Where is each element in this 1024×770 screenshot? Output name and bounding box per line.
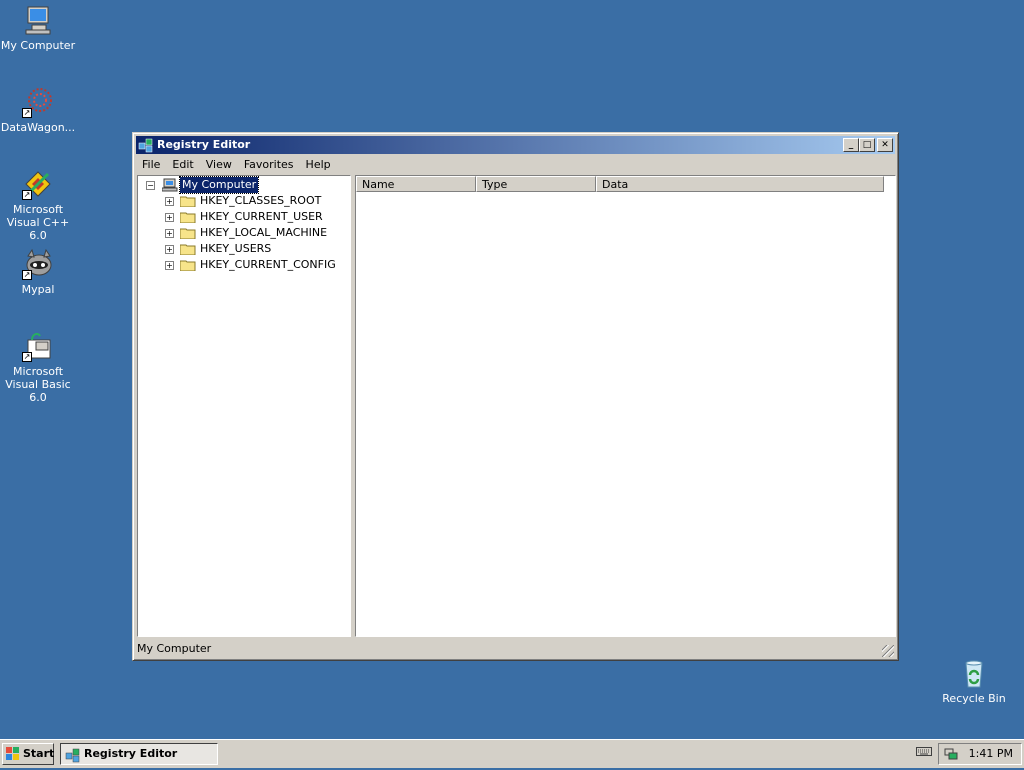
tree-node-label: My Computer bbox=[178, 176, 260, 194]
shortcut-arrow-icon: ↗ bbox=[22, 190, 32, 200]
minimize-button[interactable]: _ bbox=[843, 138, 859, 152]
taskbar: Start Registry Editor 1:41 PM bbox=[0, 739, 1024, 768]
tree-node-my-computer[interactable]: − My Computer bbox=[138, 176, 348, 194]
tree-node-hkey-local-machine[interactable]: + HKEY_LOCAL_MACHINE bbox=[138, 225, 348, 241]
visual-cpp-icon: ↗ bbox=[22, 168, 54, 200]
expand-icon[interactable]: + bbox=[165, 229, 174, 238]
shortcut-arrow-icon: ↗ bbox=[22, 352, 32, 362]
desktop-icon-visual-cpp[interactable]: ↗ Microsoft Visual C++ 6.0 bbox=[0, 168, 78, 242]
recycle-bin-icon bbox=[958, 657, 990, 689]
my-computer-icon bbox=[22, 4, 54, 36]
folder-icon bbox=[179, 227, 196, 240]
window-title: Registry Editor bbox=[157, 138, 251, 151]
desktop-icon-label: DataWagon... bbox=[0, 121, 76, 134]
registry-editor-icon bbox=[138, 137, 154, 153]
tree-node-label: HKEY_CLASSES_ROOT bbox=[200, 194, 322, 207]
tree-node-hkey-current-config[interactable]: + HKEY_CURRENT_CONFIG bbox=[138, 257, 348, 273]
desktop-icon-my-computer[interactable]: My Computer bbox=[0, 4, 78, 52]
values-list-pane[interactable]: Name Type Data bbox=[355, 175, 896, 637]
column-header-type[interactable]: Type bbox=[476, 176, 596, 192]
title-bar[interactable]: Registry Editor _ □ ✕ bbox=[136, 136, 895, 154]
status-text: My Computer bbox=[137, 642, 212, 655]
tree-node-label: HKEY_USERS bbox=[200, 242, 272, 255]
desktop-icon-datawagon[interactable]: ↗ DataWagon... bbox=[0, 86, 78, 134]
tree-node-label: HKEY_CURRENT_CONFIG bbox=[200, 258, 336, 271]
maximize-icon: □ bbox=[862, 140, 872, 150]
minimize-icon: _ bbox=[848, 140, 854, 150]
collapse-icon[interactable]: − bbox=[146, 181, 155, 190]
desktop-icon-label: Mypal bbox=[21, 283, 55, 296]
maximize-button[interactable]: □ bbox=[859, 138, 875, 152]
expand-icon[interactable]: + bbox=[165, 213, 174, 222]
taskbar-button-registry-editor[interactable]: Registry Editor bbox=[60, 743, 218, 765]
close-button[interactable]: ✕ bbox=[877, 138, 893, 152]
shortcut-arrow-icon: ↗ bbox=[22, 270, 32, 280]
clock[interactable]: 1:41 PM bbox=[969, 744, 1013, 764]
windows-logo-icon bbox=[6, 747, 20, 761]
desktop-icon-label: Microsoft Visual Basic 6.0 bbox=[5, 365, 71, 404]
desktop-icon-mypal[interactable]: ↗ Mypal bbox=[0, 248, 78, 296]
shortcut-arrow-icon: ↗ bbox=[22, 108, 32, 118]
expand-icon[interactable]: + bbox=[165, 245, 174, 254]
folder-icon bbox=[179, 259, 196, 272]
desktop-icon-label: Microsoft Visual C++ 6.0 bbox=[6, 203, 70, 242]
start-label: Start bbox=[23, 747, 55, 760]
folder-icon bbox=[179, 195, 196, 208]
tree-node-hkey-current-user[interactable]: + HKEY_CURRENT_USER bbox=[138, 209, 348, 225]
computer-icon bbox=[161, 178, 178, 192]
folder-icon bbox=[179, 211, 196, 224]
tree-node-hkey-users[interactable]: + HKEY_USERS bbox=[138, 241, 348, 257]
menu-view[interactable]: View bbox=[200, 155, 238, 174]
tree-node-label: HKEY_CURRENT_USER bbox=[200, 210, 323, 223]
system-tray: 1:41 PM bbox=[938, 743, 1022, 765]
network-icon[interactable] bbox=[944, 747, 958, 761]
expand-icon[interactable]: + bbox=[165, 261, 174, 270]
status-bar: My Computer bbox=[136, 640, 895, 658]
taskbar-button-label: Registry Editor bbox=[84, 747, 178, 760]
desktop-icon-visual-basic[interactable]: ↗ Microsoft Visual Basic 6.0 bbox=[0, 330, 78, 404]
close-icon: ✕ bbox=[881, 140, 889, 150]
desktop-icon-label: My Computer bbox=[0, 39, 76, 52]
folder-icon bbox=[179, 243, 196, 256]
datawagon-icon: ↗ bbox=[22, 86, 54, 118]
tree-node-label: HKEY_LOCAL_MACHINE bbox=[200, 226, 328, 239]
menu-edit[interactable]: Edit bbox=[166, 155, 199, 174]
start-button[interactable]: Start bbox=[2, 743, 54, 765]
visual-basic-icon: ↗ bbox=[22, 330, 54, 362]
keyboard-icon[interactable] bbox=[916, 745, 932, 757]
column-header-name[interactable]: Name bbox=[356, 176, 476, 192]
expand-icon[interactable]: + bbox=[165, 197, 174, 206]
tree-node-hkey-classes-root[interactable]: + HKEY_CLASSES_ROOT bbox=[138, 193, 348, 209]
menu-bar: File Edit View Favorites Help bbox=[136, 155, 895, 174]
registry-editor-window[interactable]: Registry Editor _ □ ✕ File Edit View Fav… bbox=[132, 132, 899, 661]
desktop-icon-label: Recycle Bin bbox=[942, 692, 1006, 705]
menu-favorites[interactable]: Favorites bbox=[238, 155, 300, 174]
menu-help[interactable]: Help bbox=[300, 155, 337, 174]
registry-editor-icon bbox=[65, 747, 81, 763]
column-header-data[interactable]: Data bbox=[596, 176, 884, 192]
mypal-icon: ↗ bbox=[22, 248, 54, 280]
tree-pane[interactable]: − My Computer + HKEY_CLASSES_ROOT + HKEY… bbox=[137, 175, 351, 637]
desktop-icon-recycle-bin[interactable]: Recycle Bin bbox=[934, 657, 1014, 705]
menu-file[interactable]: File bbox=[136, 155, 166, 174]
resize-grip-icon[interactable] bbox=[882, 645, 894, 657]
